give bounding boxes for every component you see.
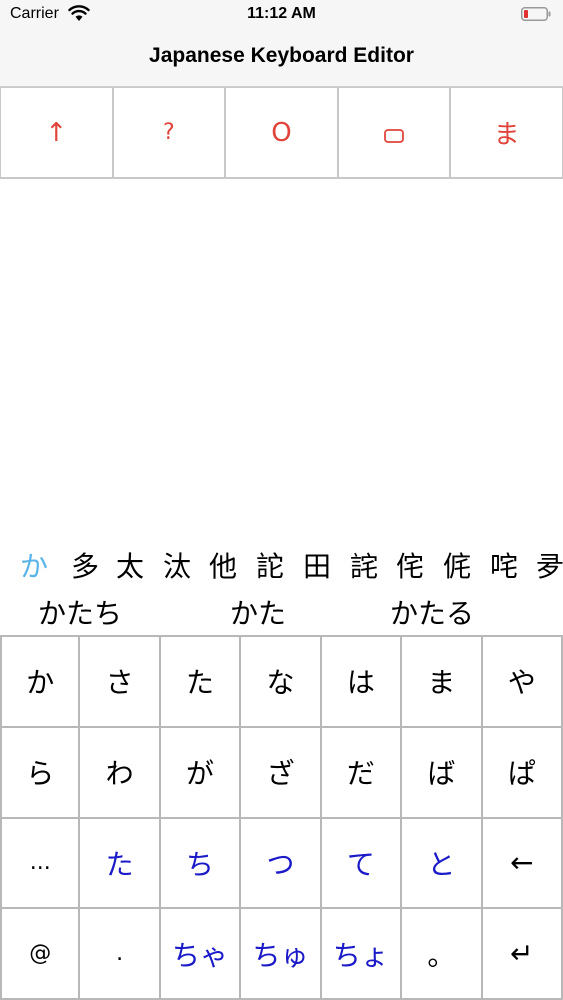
key-japanese-period[interactable]: 。: [402, 909, 483, 1000]
return-icon: ↵: [510, 937, 534, 971]
key-sa[interactable]: さ: [80, 637, 161, 728]
candidate-item[interactable]: 夛: [536, 545, 563, 585]
key-cha[interactable]: ちゃ: [160, 909, 242, 1000]
battery-icon: [521, 7, 551, 21]
key-ta[interactable]: た: [160, 637, 242, 728]
key-ta-variant[interactable]: た: [80, 818, 161, 910]
status-bar: Carrier 11:12 AM: [0, 0, 563, 30]
key-chu[interactable]: ちゅ: [241, 909, 322, 1000]
text-editor-area[interactable]: [0, 179, 563, 539]
key-za[interactable]: ざ: [241, 727, 322, 819]
backspace-arrow-icon: ←: [510, 846, 534, 880]
candidate-item[interactable]: 侘: [396, 545, 424, 585]
backspace-key[interactable]: ←: [482, 818, 563, 910]
key-pa[interactable]: ぱ: [482, 727, 563, 819]
key-period[interactable]: .: [80, 909, 161, 1000]
key-more[interactable]: ...: [0, 818, 81, 910]
prediction-item[interactable]: かたる: [390, 592, 474, 632]
key-ka[interactable]: か: [0, 637, 81, 728]
circle-letter-icon: O: [271, 117, 292, 148]
question-mark-icon: ?: [163, 120, 175, 145]
candidate-item[interactable]: 汰: [163, 545, 191, 585]
question-button[interactable]: ?: [113, 88, 227, 177]
candidate-item[interactable]: 田: [303, 545, 331, 585]
navigation-bar: Japanese Keyboard Editor: [0, 30, 563, 87]
return-key[interactable]: ↵: [482, 909, 563, 1000]
key-cho[interactable]: ちょ: [321, 909, 403, 1000]
kana-keyboard: か さ た な は ま や ら わ が ざ だ ば ぱ ... た ち つ て …: [0, 635, 563, 1000]
circle-o-button[interactable]: O: [226, 88, 339, 177]
up-arrow-icon: ↑: [45, 117, 68, 148]
key-ha[interactable]: は: [321, 637, 403, 728]
key-na[interactable]: な: [241, 637, 322, 728]
candidate-item[interactable]: 侂: [443, 545, 471, 585]
candidate-selected[interactable]: か: [20, 545, 48, 585]
toolbar: ↑ ? O ま: [0, 87, 563, 179]
page-title: Japanese Keyboard Editor: [149, 44, 414, 67]
key-ra[interactable]: ら: [0, 727, 81, 819]
key-at[interactable]: @: [0, 909, 81, 1000]
key-te-variant[interactable]: て: [321, 818, 403, 910]
key-ya[interactable]: や: [482, 637, 563, 728]
key-chi-variant[interactable]: ち: [160, 818, 242, 910]
key-tsu-variant[interactable]: つ: [241, 818, 322, 910]
hiragana-ma-button[interactable]: ま: [451, 88, 563, 177]
clock: 11:12 AM: [247, 5, 316, 22]
candidate-item[interactable]: 他: [209, 545, 237, 585]
candidate-item[interactable]: 太: [116, 545, 144, 585]
up-arrow-button[interactable]: ↑: [0, 88, 114, 177]
key-ga[interactable]: が: [160, 727, 242, 819]
candidate-item[interactable]: 詑: [256, 545, 284, 585]
rounded-rectangle-icon: [384, 128, 404, 143]
key-ma[interactable]: ま: [402, 637, 483, 728]
prediction-item[interactable]: かた: [230, 592, 286, 632]
key-to-variant[interactable]: と: [402, 818, 483, 910]
hiragana-ma-icon: ま: [493, 120, 520, 150]
candidate-item[interactable]: 多: [71, 545, 99, 585]
candidate-item[interactable]: 詫: [350, 545, 378, 585]
key-ba[interactable]: ば: [402, 727, 483, 819]
prediction-bar: かたち かた かたる: [0, 590, 563, 634]
candidate-bar: か 多 太 汰 他 詑 田 詫 侘 侂 咤 夛: [0, 545, 563, 589]
rounded-rectangle-button[interactable]: [338, 88, 452, 177]
prediction-item[interactable]: かたち: [38, 592, 122, 632]
candidate-item[interactable]: 咤: [490, 545, 518, 585]
key-wa[interactable]: わ: [80, 727, 161, 819]
key-da[interactable]: だ: [321, 727, 403, 819]
